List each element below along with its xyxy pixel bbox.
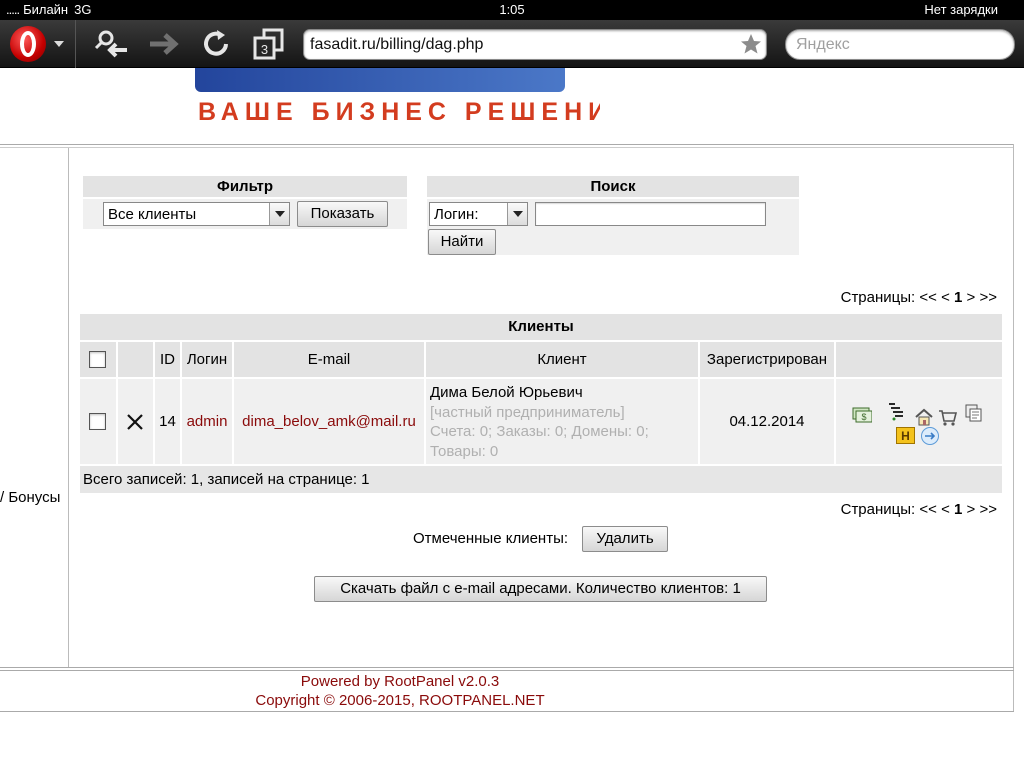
search-title: Поиск [427,176,799,197]
login-link[interactable]: admin [187,413,228,430]
pagination-label: Страницы: [840,501,916,518]
search-input[interactable] [535,202,766,226]
pagination-prev[interactable]: < [941,289,950,306]
footer-divider [0,667,1014,668]
opera-logo-icon [10,26,46,62]
rootpanel-logo[interactable]: ВАШЕ БИЗНЕС РЕШЕНИЕ [195,68,600,124]
battery-status: Нет зарядки [924,2,998,17]
tariff-icon[interactable] [886,401,906,421]
search-field-select[interactable]: Логин: [429,202,528,226]
address-bar[interactable]: fasadit.ru/billing/dag.php [303,29,767,60]
total-records: Всего записей: 1, записей на странице: 1 [80,466,1002,493]
cell-id: 14 [155,379,180,464]
header-tools-cell [836,342,1002,377]
pagination-current: 1 [954,289,963,306]
delete-x-icon[interactable] [126,413,144,431]
left-sidebar [0,148,69,668]
download-emails-button[interactable]: Скачать файл с e-mail адресами. Количест… [314,576,767,602]
pagination-current: 1 [954,501,963,518]
cell-registered: 04.12.2014 [700,379,834,464]
select-all-checkbox[interactable] [89,351,106,368]
pagination-next[interactable]: > [967,289,976,306]
tabs-icon: 3 [253,28,284,60]
pagination-bottom: Страницы: << < 1 > >> [841,501,997,518]
pagination-prev[interactable]: < [941,501,950,518]
cell-email: dima_belov_amk@mail.ru [234,379,424,464]
pagination-last[interactable]: >> [979,289,997,306]
pagination-top: Страницы: << < 1 > >> [841,289,997,306]
delete-button[interactable]: Удалить [582,526,668,552]
chevron-down-icon [507,203,527,225]
cell-tools: $ H [836,379,1002,464]
search-field-select-value: Логин: [434,206,479,223]
star-icon[interactable] [740,33,762,55]
chevron-down-icon [54,41,64,47]
client-name: Дима Белой Юрьевич [430,384,583,401]
column-header-registered[interactable]: Зарегистрирован [700,342,834,377]
pagination-first[interactable]: << [919,501,937,518]
row-checkbox-cell [80,379,116,464]
cart-icon[interactable] [938,407,958,427]
logo-wordmark-graphic [195,68,565,92]
show-button[interactable]: Показать [297,201,388,227]
header-divider-inner [0,147,1014,148]
header-select-all-cell [80,342,116,377]
client-stats-goods: Товары: 0 [430,442,499,460]
header-divider [0,144,1014,145]
clock: 1:05 [499,2,525,17]
right-border [1013,144,1014,712]
row-delete-cell [118,379,153,464]
back-button[interactable] [94,28,128,60]
status-bar: ..... Билайн 3G 1:05 Нет зарядки [0,0,1024,20]
reload-icon [204,30,228,56]
tabs-button[interactable]: 3 [252,28,286,60]
find-button[interactable]: Найти [428,229,496,255]
column-header-email[interactable]: E-mail [234,342,424,377]
hosting-icon[interactable]: H [896,427,915,444]
header-action-cell [118,342,153,377]
logo-tagline: ВАШЕ БИЗНЕС РЕШЕНИЕ [198,98,600,124]
sidebar-link-bonuses[interactable]: / Бонусы [0,489,60,506]
chevron-down-icon [269,203,289,225]
clients-table-title: Клиенты [80,314,1002,340]
powered-by-link[interactable]: Powered by RootPanel v2.0.3 [0,673,800,690]
pagination-next[interactable]: > [967,501,976,518]
client-stats: Счета: 0; Заказы: 0; Домены: 0; [430,423,649,440]
search-engine-placeholder: Яндекс [796,36,850,53]
footer-bottom-divider [0,711,1014,712]
cell-client: Дима Белой Юрьевич [частный предпринимат… [426,379,698,464]
filter-select-value: Все клиенты [108,206,197,223]
column-header-login[interactable]: Логин [182,342,232,377]
filter-select[interactable]: Все клиенты [103,202,290,226]
copy-icon[interactable] [964,403,984,423]
opera-menu-button[interactable] [0,20,76,68]
login-as-icon[interactable] [920,426,940,446]
forward-button[interactable] [148,28,182,60]
column-header-client[interactable]: Клиент [426,342,698,377]
svg-text:H: H [901,429,910,443]
footer-divider-inner [0,670,1014,671]
search-engine-field[interactable]: Яндекс [785,29,1015,60]
reload-button[interactable] [200,28,234,60]
home-icon[interactable] [914,407,934,427]
pagination-first[interactable]: << [919,289,937,306]
column-header-id[interactable]: ID [155,342,180,377]
client-type: [частный предприниматель] [430,403,625,421]
pagination-last[interactable]: >> [979,501,997,518]
address-bar-url: fasadit.ru/billing/dag.php [310,36,484,53]
back-icon [94,30,127,58]
forward-icon [150,33,179,55]
marked-clients-label: Отмеченные клиенты: [413,530,569,547]
filter-title: Фильтр [83,176,407,197]
email-link[interactable]: dima_belov_amk@mail.ru [242,413,416,430]
svg-text:$: $ [861,412,866,422]
cell-login: admin [182,379,232,464]
pagination-label: Страницы: [840,289,916,306]
browser-toolbar: 3 fasadit.ru/billing/dag.php Яндекс [0,20,1024,68]
copyright-link[interactable]: Copyright © 2006-2015, ROOTPANEL.NET [0,692,800,709]
billing-icon[interactable]: $ [852,404,872,424]
tab-count: 3 [261,42,268,57]
row-checkbox[interactable] [89,413,106,430]
